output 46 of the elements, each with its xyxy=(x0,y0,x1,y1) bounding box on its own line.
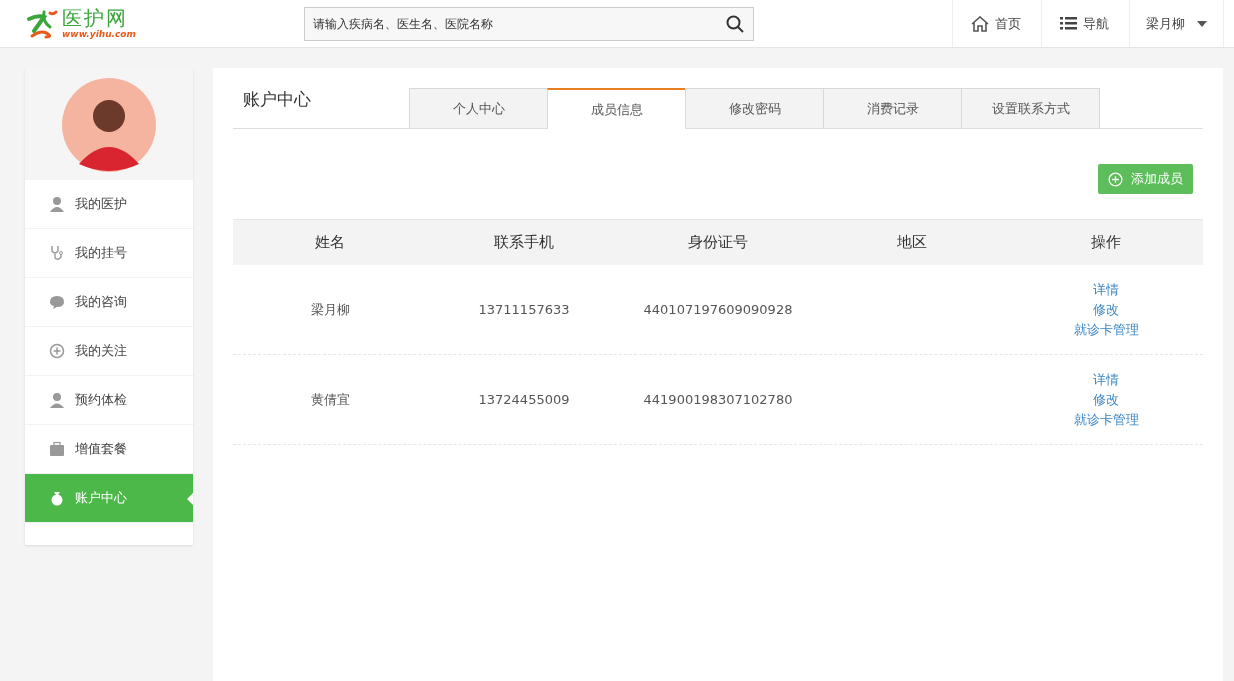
chat-bubble-icon xyxy=(49,294,65,310)
list-icon xyxy=(1060,17,1077,30)
column-header: 地区 xyxy=(896,233,928,252)
action-link[interactable]: 详情 xyxy=(1093,280,1119,299)
plus-circle-icon xyxy=(49,343,65,359)
sidebar-item[interactable]: 我的关注 xyxy=(25,327,193,376)
tab[interactable]: 成员信息 xyxy=(547,88,686,129)
table-cell-text: 13711157633 xyxy=(477,302,571,317)
action-link[interactable]: 修改 xyxy=(1093,390,1119,409)
sidebar-item[interactable]: 我的医护 xyxy=(25,180,193,229)
logo-url: www.yihu.com xyxy=(62,30,136,39)
tab[interactable]: 设置联系方式 xyxy=(961,88,1100,128)
person-icon xyxy=(49,392,65,408)
column-header: 身份证号 xyxy=(687,233,749,252)
table-cell-text: 梁月柳 xyxy=(309,300,351,319)
home-icon xyxy=(971,15,989,32)
caret-icon xyxy=(1197,20,1207,27)
table-cell-text: 13724455009 xyxy=(477,392,571,407)
money-bag-icon xyxy=(49,490,65,506)
sidebar-item[interactable]: 我的挂号 xyxy=(25,229,193,278)
medical-kit-icon xyxy=(49,441,65,457)
action-link[interactable]: 就诊卡管理 xyxy=(1073,410,1139,429)
plus-circle-icon xyxy=(1108,171,1123,187)
runner-logo-icon xyxy=(26,8,60,39)
table-cell-text: 黄倩宜 xyxy=(309,390,351,409)
action-link[interactable]: 就诊卡管理 xyxy=(1073,320,1139,339)
user-menu[interactable]: 梁月柳 xyxy=(1129,0,1224,47)
column-header: 联系手机 xyxy=(493,233,555,252)
stethoscope-icon xyxy=(49,245,65,261)
table-cell-text: 441900198307102780 xyxy=(642,392,794,407)
table-cell-text: 440107197609090928 xyxy=(642,302,794,317)
column-header: 姓名 xyxy=(314,233,346,252)
logo-title: 医护网 xyxy=(62,8,129,28)
tab[interactable]: 个人中心 xyxy=(409,88,548,128)
page-title: 账户中心 xyxy=(242,88,312,111)
sidebar-item[interactable]: 我的咨询 xyxy=(25,278,193,327)
tab[interactable]: 修改密码 xyxy=(685,88,824,128)
nurse-icon xyxy=(49,196,65,212)
column-header: 操作 xyxy=(1090,233,1122,252)
action-link[interactable]: 修改 xyxy=(1093,300,1119,319)
sidebar-item[interactable]: 预约体检 xyxy=(25,376,193,425)
search-field[interactable]: 请输入疾病名、医生名、医院名称 xyxy=(304,6,754,41)
sidebar-item[interactable]: 增值套餐 xyxy=(25,425,193,474)
search-icon[interactable] xyxy=(726,14,744,33)
tab[interactable]: 消费记录 xyxy=(823,88,962,128)
action-link[interactable]: 详情 xyxy=(1093,370,1119,389)
